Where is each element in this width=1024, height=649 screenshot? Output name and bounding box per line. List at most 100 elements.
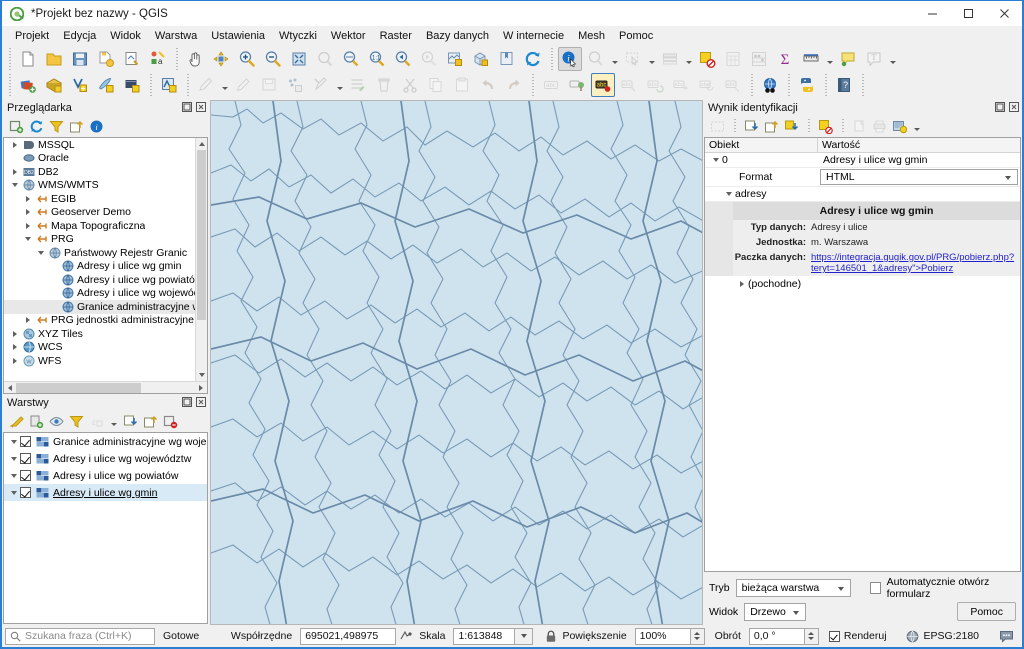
auto-open-form-checkbox[interactable] xyxy=(869,581,881,594)
menu-widok[interactable]: Widok xyxy=(103,27,148,45)
chevron-right-icon[interactable] xyxy=(21,317,34,323)
layer-list-item[interactable]: Adresy i ulice wg gmin xyxy=(4,484,207,501)
browser-tree-item[interactable]: Mapa Topograficzna xyxy=(4,219,207,233)
scroll-thumb[interactable] xyxy=(197,150,206,320)
highlight-labels-icon[interactable]: abc xyxy=(591,73,615,97)
deselect-features-icon[interactable] xyxy=(695,47,719,71)
open-field-calculator-icon[interactable] xyxy=(721,47,745,71)
magnifier-stepper[interactable] xyxy=(690,627,705,645)
open-layer-styling-icon[interactable] xyxy=(8,413,25,430)
menu-wtyczki[interactable]: Wtyczki xyxy=(272,27,324,45)
add-mesh-layer-icon[interactable] xyxy=(120,73,144,97)
add-group-icon[interactable] xyxy=(28,413,45,430)
menu-raster[interactable]: Raster xyxy=(373,27,419,45)
measure-line-dropdown-arrow-icon[interactable] xyxy=(824,47,835,71)
attribute-table-dropdown-arrow-icon[interactable] xyxy=(683,47,694,71)
chevron-down-icon[interactable] xyxy=(709,158,722,162)
style-manager-icon[interactable]: a xyxy=(146,47,170,71)
filter-legend-dropdown-arrow-icon[interactable] xyxy=(108,413,119,430)
messages-icon[interactable] xyxy=(997,630,1015,643)
zoom-in-icon[interactable] xyxy=(235,47,259,71)
minimize-button[interactable] xyxy=(914,1,950,26)
undo-icon[interactable] xyxy=(476,73,500,97)
close-panel-icon[interactable] xyxy=(1008,101,1019,112)
rotation-stepper[interactable] xyxy=(804,627,819,645)
open-attribute-table-icon[interactable] xyxy=(658,47,682,71)
measure-line-icon[interactable] xyxy=(799,47,823,71)
chevron-down-icon[interactable] xyxy=(8,440,20,444)
identify-row-format[interactable]: Format HTML xyxy=(705,168,1020,187)
zoom-next-icon[interactable] xyxy=(417,47,441,71)
zoom-out-icon[interactable] xyxy=(261,47,285,71)
chevron-right-icon[interactable] xyxy=(8,358,21,364)
format-combobox[interactable]: HTML xyxy=(820,169,1018,185)
browser-tree-item[interactable]: Geoserver Demo xyxy=(4,206,207,220)
scroll-right-arrow-icon[interactable] xyxy=(195,382,207,394)
measure-dropdown-arrow-icon[interactable] xyxy=(609,47,620,71)
column-header-value[interactable]: Wartość xyxy=(818,138,1020,152)
zoom-layer-icon[interactable] xyxy=(339,47,363,71)
new-bookmark-icon[interactable] xyxy=(495,47,519,71)
new-project-icon[interactable] xyxy=(16,47,40,71)
new-3d-map-view-icon[interactable] xyxy=(469,47,493,71)
manage-map-themes-icon[interactable] xyxy=(48,413,65,430)
save-project-as-icon[interactable] xyxy=(94,47,118,71)
current-edits-icon[interactable] xyxy=(194,73,218,97)
pin-labels-icon[interactable] xyxy=(565,73,589,97)
identify-row-feature[interactable]: 0 Adresy i ulice wg gmin xyxy=(705,153,1020,168)
chevron-right-icon[interactable] xyxy=(21,223,34,229)
float-panel-icon[interactable] xyxy=(181,101,192,112)
zoom-full-icon[interactable] xyxy=(287,47,311,71)
identify-settings-icon[interactable] xyxy=(891,118,908,135)
browser-tree-item[interactable]: Adresy i ulice wg powiatów xyxy=(4,273,207,287)
layer-list-item[interactable]: Adresy i ulice wg województw xyxy=(4,450,207,467)
filter-legend-expression-icon[interactable]: ε xyxy=(88,413,105,430)
scale-value[interactable]: 1:613848 xyxy=(453,627,516,645)
sum-icon[interactable]: Σ xyxy=(773,47,797,71)
crs-icon[interactable] xyxy=(905,630,921,643)
browser-horizontal-scrollbar[interactable] xyxy=(4,381,207,393)
text-annotation-icon[interactable]: T xyxy=(862,47,886,71)
browser-tree-item[interactable]: Adresy i ulice wg województw xyxy=(4,287,207,301)
chevron-right-icon[interactable] xyxy=(21,196,34,202)
browser-tree-item[interactable]: XYZ Tiles xyxy=(4,327,207,341)
add-raster-layer-icon[interactable] xyxy=(16,73,40,97)
identify-settings-dropdown-arrow-icon[interactable] xyxy=(911,118,922,135)
hscroll-thumb[interactable] xyxy=(16,382,141,393)
data-package-link[interactable]: https://integracja.gugik.gov.pl/PRG/pobi… xyxy=(811,252,1014,274)
select-dropdown-arrow-icon[interactable] xyxy=(646,47,657,71)
map-canvas[interactable] xyxy=(210,100,703,625)
zoom-native-icon[interactable]: 1:1 xyxy=(365,47,389,71)
add-delimited-text-layer-icon[interactable] xyxy=(94,73,118,97)
chevron-right-icon[interactable] xyxy=(8,169,21,175)
properties-info-icon[interactable]: i xyxy=(88,118,105,135)
chevron-down-icon[interactable] xyxy=(8,457,20,461)
filter-legend-icon[interactable] xyxy=(68,413,85,430)
browser-tree-item[interactable]: PRG xyxy=(4,233,207,247)
menu-projekt[interactable]: Projekt xyxy=(8,27,56,45)
measure-icon[interactable] xyxy=(584,47,608,71)
remove-layer-icon[interactable] xyxy=(162,413,179,430)
float-panel-icon[interactable] xyxy=(994,101,1005,112)
chevron-down-icon[interactable] xyxy=(34,251,47,255)
add-layer-icon[interactable] xyxy=(8,118,25,135)
toolbar-handle[interactable] xyxy=(6,48,13,70)
expand-new-icon[interactable] xyxy=(709,118,726,135)
menu-wektor[interactable]: Wektor xyxy=(324,27,373,45)
layer-visibility-checkbox[interactable] xyxy=(20,453,31,464)
toolbar-handle-2[interactable] xyxy=(6,74,13,96)
copy-icon[interactable] xyxy=(851,118,868,135)
scroll-down-arrow-icon[interactable] xyxy=(196,369,207,381)
new-map-view-icon[interactable] xyxy=(443,47,467,71)
browser-tree-item[interactable]: Oracle xyxy=(4,152,207,166)
scroll-left-arrow-icon[interactable] xyxy=(4,382,16,394)
chevron-down-icon[interactable] xyxy=(8,183,21,187)
select-features-icon[interactable] xyxy=(621,47,645,71)
label-layer-icon[interactable]: abc xyxy=(539,73,563,97)
layer-visibility-checkbox[interactable] xyxy=(20,436,31,447)
chevron-down-icon[interactable] xyxy=(8,474,20,478)
rotation-value[interactable]: 0,0 ° xyxy=(748,627,805,645)
browser-tree-item[interactable]: MSSQL xyxy=(4,138,207,152)
collapse-all-icon[interactable] xyxy=(142,413,159,430)
close-panel-icon[interactable] xyxy=(195,396,206,407)
